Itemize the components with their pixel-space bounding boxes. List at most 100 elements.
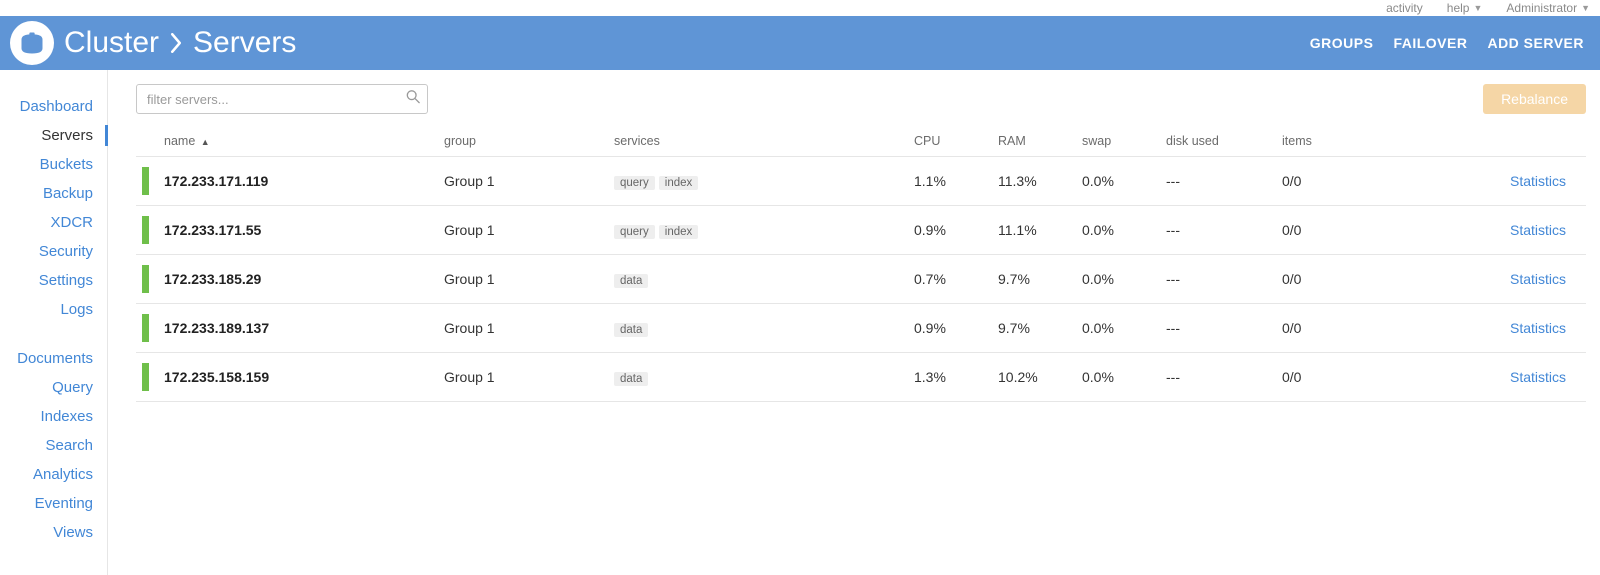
- sort-asc-icon: ▲: [201, 137, 210, 147]
- activity-label: activity: [1386, 1, 1423, 15]
- disk-cell: ---: [1160, 206, 1276, 255]
- col-name-label: name: [164, 134, 195, 148]
- col-name-header[interactable]: name ▲: [158, 126, 438, 157]
- statistics-link[interactable]: Statistics: [1442, 222, 1572, 238]
- service-tag: query: [614, 225, 655, 239]
- col-cpu-header[interactable]: CPU: [908, 126, 992, 157]
- toolbar: Rebalance: [136, 84, 1586, 114]
- disk-cell: ---: [1160, 353, 1276, 402]
- col-ram-header[interactable]: RAM: [992, 126, 1076, 157]
- group-cell: Group 1: [438, 206, 608, 255]
- server-row[interactable]: 172.233.171.55Group 1queryindex0.9%11.1%…: [136, 206, 1586, 255]
- table-header-row: name ▲ group services CPU RAM swap disk …: [136, 126, 1586, 157]
- server-row[interactable]: 172.233.189.137Group 1data0.9%9.7%0.0%--…: [136, 304, 1586, 353]
- col-services-header[interactable]: services: [608, 126, 908, 157]
- content-layout: DashboardServersBucketsBackupXDCRSecurit…: [0, 70, 1600, 575]
- status-indicator-icon: [142, 216, 149, 244]
- server-name[interactable]: 172.233.171.119: [164, 173, 268, 189]
- logo-icon: [10, 21, 54, 65]
- sidebar-item-servers[interactable]: Servers: [0, 121, 107, 150]
- ram-cell: 11.1%: [992, 206, 1076, 255]
- items-cell: 0/0: [1276, 157, 1436, 206]
- server-name-cell: 172.233.189.137: [158, 304, 438, 353]
- failover-button[interactable]: FAILOVER: [1393, 35, 1467, 51]
- add-server-button[interactable]: ADD SERVER: [1487, 35, 1584, 51]
- cpu-cell: 1.1%: [908, 157, 992, 206]
- services-cell: query index: [608, 206, 908, 255]
- chevron-right-icon: [169, 33, 183, 53]
- sidebar-item-settings[interactable]: Settings: [0, 266, 107, 295]
- statistics-link[interactable]: Statistics: [1442, 369, 1572, 385]
- status-cell: [136, 353, 158, 402]
- sidebar-item-analytics[interactable]: Analytics: [0, 460, 107, 489]
- cpu-cell: 1.3%: [908, 353, 992, 402]
- sidebar-item-backup[interactable]: Backup: [0, 179, 107, 208]
- swap-cell: 0.0%: [1076, 353, 1160, 402]
- activity-link[interactable]: activity: [1386, 1, 1423, 15]
- stats-cell: Statistics: [1436, 304, 1586, 353]
- service-tag: data: [614, 372, 648, 386]
- utility-bar: activity help ▼ Administrator ▼: [0, 0, 1600, 16]
- server-name-cell: 172.233.171.119: [158, 157, 438, 206]
- status-cell: [136, 304, 158, 353]
- items-cell: 0/0: [1276, 255, 1436, 304]
- sidebar-item-buckets[interactable]: Buckets: [0, 150, 107, 179]
- items-cell: 0/0: [1276, 304, 1436, 353]
- swap-cell: 0.0%: [1076, 206, 1160, 255]
- sidebar-item-logs[interactable]: Logs: [0, 295, 107, 324]
- sidebar-item-security[interactable]: Security: [0, 237, 107, 266]
- server-name[interactable]: 172.233.171.55: [164, 222, 261, 238]
- col-items-header[interactable]: items: [1276, 126, 1436, 157]
- user-menu[interactable]: Administrator ▼: [1506, 1, 1590, 15]
- sidebar-item-eventing[interactable]: Eventing: [0, 489, 107, 518]
- sidebar-item-search[interactable]: Search: [0, 431, 107, 460]
- services-cell: data: [608, 353, 908, 402]
- sidebar-item-documents[interactable]: Documents: [0, 344, 107, 373]
- group-cell: Group 1: [438, 304, 608, 353]
- server-name[interactable]: 172.235.158.159: [164, 369, 269, 385]
- sidebar-item-xdcr[interactable]: XDCR: [0, 208, 107, 237]
- col-disk-header[interactable]: disk used: [1160, 126, 1276, 157]
- rebalance-button[interactable]: Rebalance: [1483, 84, 1586, 114]
- server-row[interactable]: 172.235.158.159 Group 1 data 1.3%10.2%0.0%-…: [136, 353, 1586, 402]
- server-name-cell: 172.233.185.29: [158, 255, 438, 304]
- group-cell: Group 1: [438, 255, 608, 304]
- ram-cell: 9.7%: [992, 304, 1076, 353]
- disk-cell: ---: [1160, 255, 1276, 304]
- sidebar-item-indexes[interactable]: Indexes: [0, 402, 107, 431]
- breadcrumb-cluster[interactable]: Cluster: [64, 26, 159, 60]
- swap-cell: 0.0%: [1076, 304, 1160, 353]
- groups-button[interactable]: GROUPS: [1310, 35, 1374, 51]
- services-cell: queryindex: [608, 157, 908, 206]
- statistics-link[interactable]: Statistics: [1442, 320, 1572, 336]
- col-group-header[interactable]: group: [438, 126, 608, 157]
- server-row[interactable]: 172.233.185.29Group 1data0.7%9.7%0.0%---…: [136, 255, 1586, 304]
- service-tag: data: [614, 274, 648, 288]
- breadcrumb-page: Servers: [193, 26, 296, 60]
- header-actions: GROUPS FAILOVER ADD SERVER: [1310, 35, 1584, 51]
- ram-cell: 10.2%: [992, 353, 1076, 402]
- help-menu[interactable]: help ▼: [1447, 1, 1483, 15]
- services-cell: data: [608, 304, 908, 353]
- sidebar-item-query[interactable]: Query: [0, 373, 107, 402]
- statistics-link[interactable]: Statistics: [1442, 173, 1572, 189]
- user-label: Administrator: [1506, 1, 1577, 15]
- server-name[interactable]: 172.233.189.137: [164, 320, 269, 336]
- col-stats-header: [1436, 126, 1586, 157]
- sidebar-item-views[interactable]: Views: [0, 518, 107, 547]
- status-cell: [136, 206, 158, 255]
- service-tag: index: [659, 225, 699, 239]
- disk-cell: ---: [1160, 157, 1276, 206]
- server-name[interactable]: 172.233.185.29: [164, 271, 261, 287]
- col-swap-header[interactable]: swap: [1076, 126, 1160, 157]
- group-cell: Group 1: [438, 157, 608, 206]
- group-cell: Group 1: [438, 353, 608, 402]
- server-row[interactable]: 172.233.171.119Group 1queryindex1.1%11.3…: [136, 157, 1586, 206]
- ram-cell: 9.7%: [992, 255, 1076, 304]
- statistics-link[interactable]: Statistics: [1442, 271, 1572, 287]
- stats-cell: Statistics: [1436, 157, 1586, 206]
- sidebar-item-dashboard[interactable]: Dashboard: [0, 92, 107, 121]
- service-tag: query: [614, 176, 655, 190]
- cpu-cell: 0.7%: [908, 255, 992, 304]
- filter-servers-input[interactable]: [136, 84, 428, 114]
